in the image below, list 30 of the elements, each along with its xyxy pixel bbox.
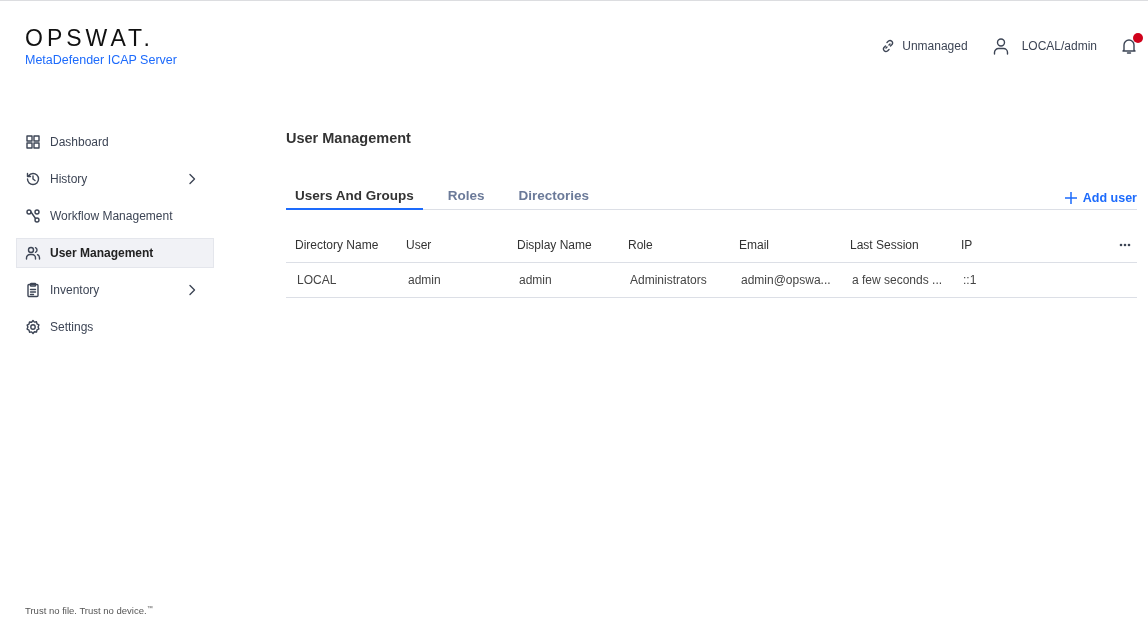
sidebar-item[interactable]: Inventory bbox=[16, 275, 214, 305]
tagline: Trust no file. Trust no device.$^{™}$ bbox=[24, 604, 154, 616]
sidebar-item[interactable]: User Management bbox=[16, 238, 214, 268]
table-cell: Administrators bbox=[619, 262, 730, 298]
table-cell: admin@opswa... bbox=[730, 262, 841, 298]
sidebar-item[interactable]: Settings bbox=[16, 312, 214, 342]
sidebar-item[interactable]: History bbox=[16, 164, 214, 194]
sidebar-item[interactable]: Dashboard bbox=[16, 127, 214, 157]
column-header[interactable]: User bbox=[397, 228, 508, 263]
column-header[interactable]: Email bbox=[730, 228, 841, 263]
table-cell: ::1 bbox=[952, 262, 1063, 298]
sidebar-item[interactable]: Workflow Management bbox=[16, 201, 214, 231]
add-user-button[interactable]: Add user bbox=[1064, 191, 1137, 209]
column-header[interactable]: Directory Name bbox=[286, 228, 397, 263]
column-header[interactable]: IP bbox=[952, 228, 1063, 263]
table-cell: LOCAL bbox=[286, 262, 397, 298]
unmanaged-status[interactable]: Unmanaged bbox=[881, 39, 968, 53]
table-cell: a few seconds ... bbox=[841, 262, 952, 298]
tab[interactable]: Users And Groups bbox=[286, 188, 423, 210]
column-header[interactable]: Display Name bbox=[508, 228, 619, 263]
user-menu[interactable]: LOCAL/admin bbox=[991, 37, 1097, 55]
column-header[interactable]: Last Session bbox=[841, 228, 952, 263]
tab[interactable]: Directories bbox=[509, 188, 599, 210]
product-name: MetaDefender ICAP Server bbox=[25, 53, 177, 67]
table-cell: admin bbox=[508, 262, 619, 298]
tab[interactable]: Roles bbox=[438, 188, 494, 210]
page-title: User Management bbox=[286, 130, 411, 146]
column-header[interactable]: Role bbox=[619, 228, 730, 263]
logo: OPSWAT. bbox=[25, 25, 154, 51]
table-cell: admin bbox=[397, 262, 508, 298]
